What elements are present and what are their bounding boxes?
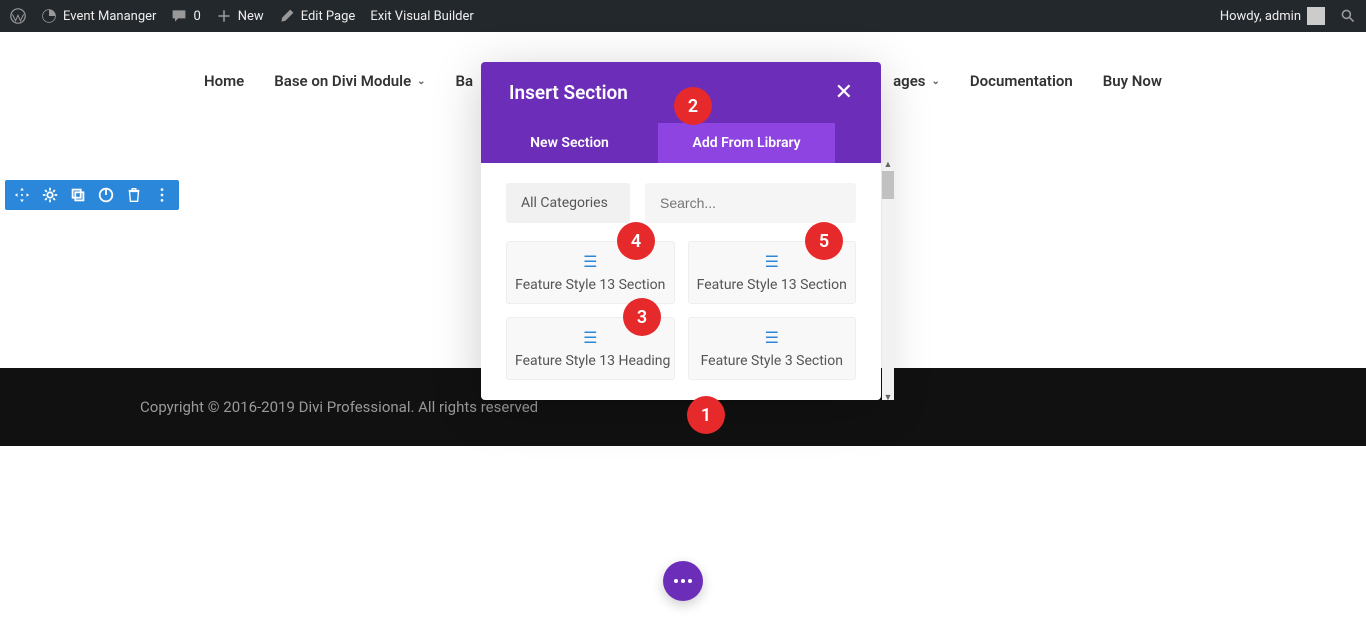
modal-tabs: New Section Add From Library: [481, 123, 881, 163]
nav-home[interactable]: Home: [204, 72, 244, 90]
save-icon[interactable]: [97, 186, 115, 204]
comment-icon: [171, 8, 187, 24]
tab-new-section[interactable]: New Section: [481, 123, 658, 163]
annotation-number: 5: [819, 231, 829, 252]
avatar: [1307, 7, 1325, 25]
nav-truncated-ages[interactable]: ages ⌄: [893, 72, 940, 90]
tab-add-from-library[interactable]: Add From Library: [658, 123, 835, 163]
move-icon[interactable]: [13, 186, 31, 204]
nav-divi-label: Base on Divi Module: [274, 72, 411, 90]
nav-ages-label: ages: [893, 72, 925, 90]
howdy-label: Howdy, admin: [1220, 9, 1301, 24]
chevron-down-icon: ⌄: [417, 76, 425, 87]
comments-count: 0: [193, 9, 200, 24]
scrollbar-thumb[interactable]: [882, 171, 894, 199]
ellipsis-icon: [674, 579, 692, 583]
hamburger-icon: ☰: [697, 328, 848, 347]
library-item-label: Feature Style 13 Heading: [515, 353, 666, 369]
duplicate-icon[interactable]: [69, 186, 87, 204]
annotation-bubble: 3: [623, 298, 661, 336]
exit-vb-label: Exit Visual Builder: [370, 9, 473, 24]
gear-icon[interactable]: [41, 186, 59, 204]
search-input[interactable]: [645, 183, 856, 223]
tab-library-label: Add From Library: [693, 135, 801, 151]
filter-row: All Categories: [506, 183, 856, 223]
close-icon[interactable]: ✕: [835, 80, 853, 105]
annotation-number: 4: [631, 231, 641, 252]
nav-doc-label: Documentation: [970, 72, 1073, 90]
new-label: New: [238, 9, 264, 24]
site-name-link[interactable]: Event Mananger: [41, 8, 156, 24]
tab-spacer: [835, 123, 881, 163]
nav-ba-label: Ba: [456, 72, 474, 90]
library-item-label: Feature Style 3 Section: [697, 353, 848, 369]
builder-fab-button[interactable]: [663, 561, 703, 601]
library-item-label: Feature Style 13 Section: [515, 277, 666, 293]
dashboard-icon: [41, 8, 57, 24]
copyright-text: Copyright © 2016-2019 Divi Professional.…: [140, 398, 538, 416]
wp-admin-bar: Event Mananger 0 New Edit Page Exit Visu…: [0, 0, 1366, 32]
annotation-number: 3: [637, 307, 647, 328]
nav-divi-module[interactable]: Base on Divi Module ⌄: [274, 72, 425, 90]
scroll-down-icon[interactable]: ▼: [882, 392, 894, 404]
admin-bar-left: Event Mananger 0 New Edit Page Exit Visu…: [10, 8, 474, 24]
tab-new-label: New Section: [530, 135, 609, 151]
plus-icon: [216, 8, 232, 24]
comments-link[interactable]: 0: [171, 8, 200, 24]
category-dropdown[interactable]: All Categories: [506, 183, 630, 223]
annotation-bubble: 2: [674, 87, 712, 125]
modal-body: All Categories ☰ Feature Style 13 Sectio…: [481, 163, 881, 400]
pencil-icon: [279, 8, 295, 24]
edit-page-label: Edit Page: [301, 9, 356, 24]
wordpress-icon: [10, 8, 26, 24]
wp-logo[interactable]: [10, 8, 26, 24]
user-account-link[interactable]: Howdy, admin: [1220, 7, 1325, 25]
chevron-down-icon: ⌄: [931, 76, 939, 87]
exit-visual-builder-link[interactable]: Exit Visual Builder: [370, 9, 473, 24]
trash-icon[interactable]: [125, 186, 143, 204]
annotation-number: 1: [701, 405, 711, 426]
nav-truncated-ba[interactable]: Ba: [456, 72, 474, 90]
nav-buy-label: Buy Now: [1103, 72, 1162, 90]
search-icon: [1340, 8, 1356, 24]
edit-page-link[interactable]: Edit Page: [279, 8, 356, 24]
more-icon[interactable]: [153, 186, 171, 204]
annotation-bubble: 5: [805, 222, 843, 260]
annotation-number: 2: [688, 96, 698, 117]
new-content-link[interactable]: New: [216, 8, 264, 24]
library-grid: ☰ Feature Style 13 Section ☰ Feature Sty…: [506, 241, 856, 380]
library-item-label: Feature Style 13 Section: [697, 277, 848, 293]
annotation-bubble: 4: [617, 222, 655, 260]
site-name-label: Event Mananger: [63, 9, 156, 24]
section-toolbar: [5, 180, 179, 210]
nav-buy-now[interactable]: Buy Now: [1103, 72, 1162, 90]
modal-title: Insert Section: [509, 81, 628, 104]
admin-bar-right: Howdy, admin: [1220, 7, 1356, 25]
scroll-up-icon[interactable]: ▲: [882, 159, 894, 171]
category-value: All Categories: [521, 195, 608, 211]
search-toggle[interactable]: [1340, 8, 1356, 24]
annotation-bubble: 1: [687, 396, 725, 434]
library-item[interactable]: ☰ Feature Style 3 Section: [688, 317, 857, 380]
scrollbar[interactable]: ▲ ▼: [882, 163, 894, 400]
nav-home-label: Home: [204, 72, 244, 90]
nav-documentation[interactable]: Documentation: [970, 72, 1073, 90]
